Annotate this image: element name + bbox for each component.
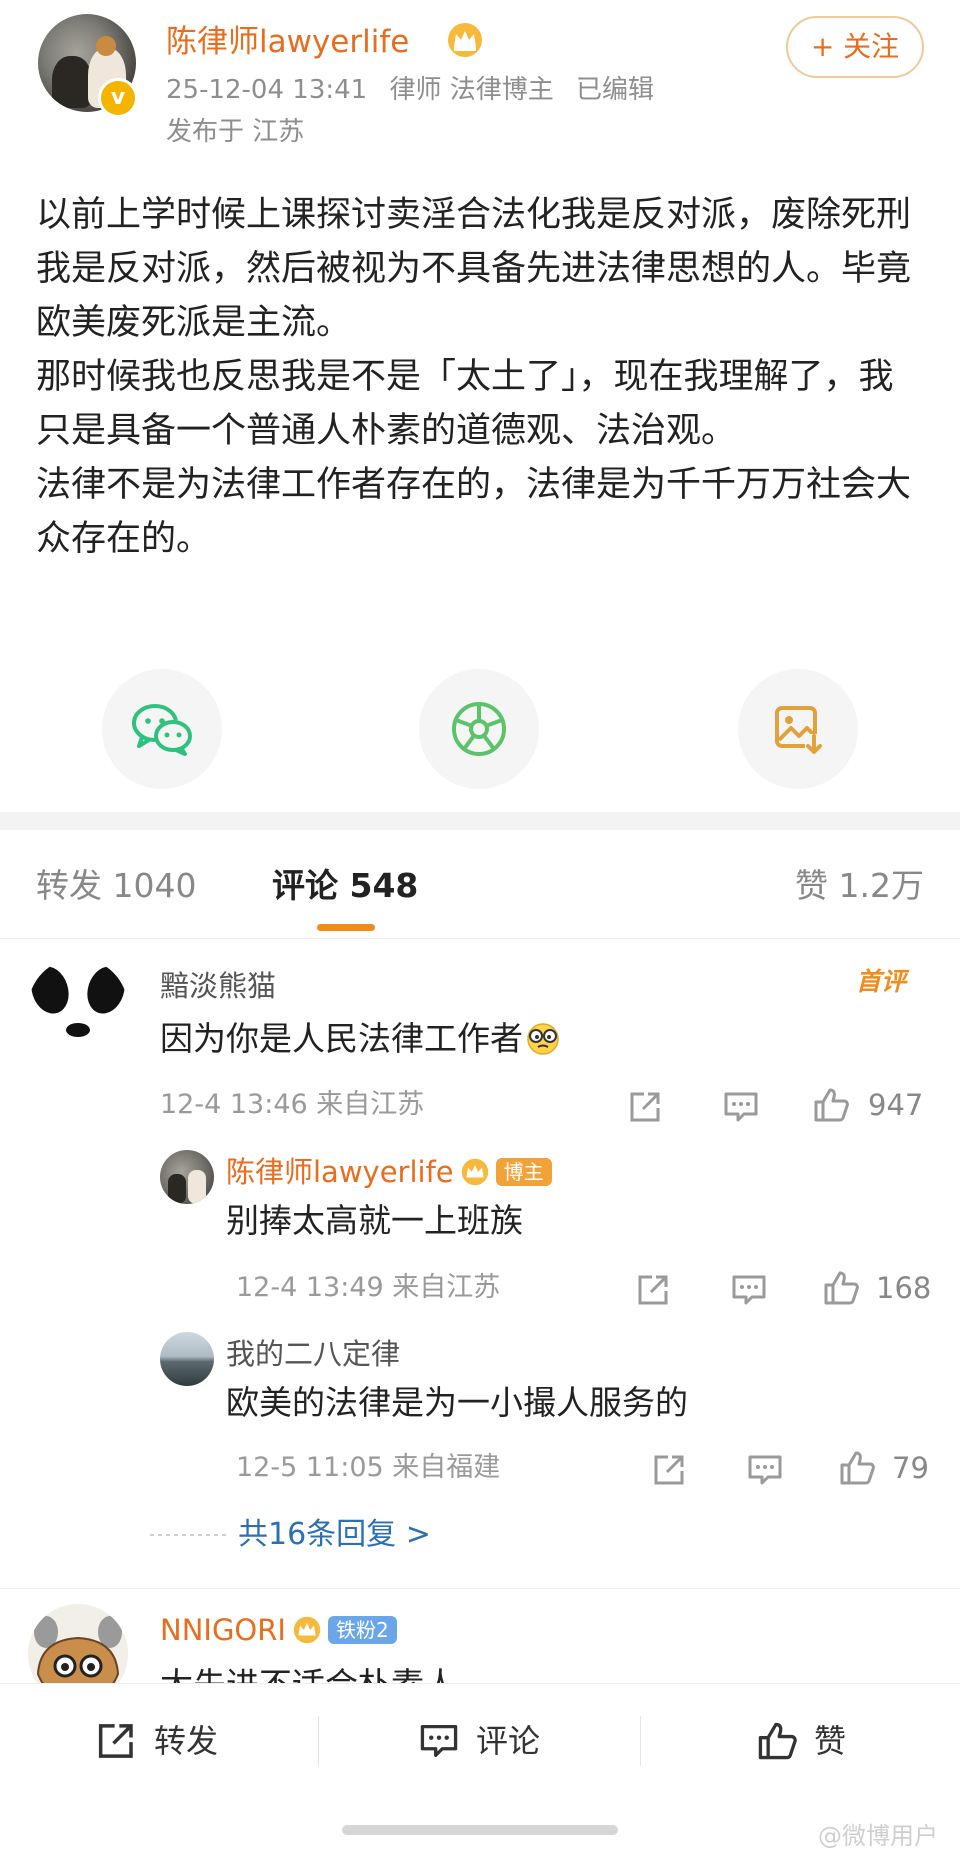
moments-icon xyxy=(452,702,506,756)
avatar-figure-dark xyxy=(52,56,92,108)
active-tab-indicator xyxy=(317,924,375,931)
author-title: 律师 法律博主 xyxy=(389,75,554,105)
bottom-comment-label: 评论 xyxy=(476,1722,541,1760)
bottom-like-button[interactable]: 赞 xyxy=(756,1716,846,1766)
post-paragraph: 以前上学时候上课探讨卖淫合法化我是反对派，废除死刑我是反对派，然后被视为不具备先… xyxy=(36,195,912,343)
comment-text-row: 因为你是人民法律工作者 xyxy=(160,1014,561,1064)
emoji-icon xyxy=(527,1023,559,1055)
comment-header: NNIGORI 铁粉2 xyxy=(160,1608,397,1652)
bottom-separator xyxy=(318,1716,319,1766)
bottom-repost-button[interactable]: 转发 xyxy=(96,1716,218,1766)
crown-vip-icon xyxy=(461,1158,488,1186)
save-image-button[interactable] xyxy=(738,669,858,789)
crown-vip-icon xyxy=(448,23,482,57)
panda-avatar-image xyxy=(28,958,128,1058)
first-comment-badge: 首评 xyxy=(856,967,907,996)
like-comment-icon[interactable] xyxy=(838,1449,876,1487)
home-indicator[interactable] xyxy=(342,1825,618,1835)
reply-like-count: 79 xyxy=(892,1451,929,1485)
tab-like[interactable]: 赞 1.2万 xyxy=(795,858,924,914)
like-comment-icon[interactable] xyxy=(812,1086,850,1124)
comment-like-count: 947 xyxy=(868,1088,924,1122)
follow-button[interactable]: + 关注 xyxy=(786,16,924,78)
reply-meta: 12-5 11:05 来自福建 xyxy=(236,1452,501,1483)
tab-repost[interactable]: 转发 1040 xyxy=(36,858,196,914)
tab-comment[interactable]: 评论 548 xyxy=(272,858,418,914)
reply-username[interactable]: 陈律师lawyerlife xyxy=(226,1150,454,1194)
comment-username[interactable]: NNIGORI xyxy=(160,1608,286,1652)
repost-icon xyxy=(98,1724,133,1758)
share-comment-icon[interactable] xyxy=(628,1090,664,1124)
tabs-divider xyxy=(0,938,960,939)
like-comment-icon[interactable] xyxy=(822,1269,860,1307)
reply-avatar-image xyxy=(168,1170,206,1204)
comment-meta: 12-4 13:46 来自江苏 xyxy=(160,1089,425,1120)
reply-comment-icon[interactable] xyxy=(746,1453,784,1487)
bottom-repost-label: 转发 xyxy=(154,1722,219,1760)
reply-author-avatar[interactable] xyxy=(160,1332,214,1386)
verified-badge-icon: v xyxy=(98,78,138,118)
bottom-comment-button[interactable]: 评论 xyxy=(418,1716,540,1766)
reply-username[interactable]: 我的二八定律 xyxy=(226,1332,400,1376)
author-tag: 博主 xyxy=(495,1158,552,1186)
view-all-replies-link[interactable]: 共16条回复 > xyxy=(238,1512,431,1558)
reply-text: 欧美的法律是为一小撮人服务的 xyxy=(226,1383,688,1422)
reply-dots-divider xyxy=(150,1534,226,1536)
reply-comment-icon[interactable] xyxy=(722,1090,760,1124)
reply-meta: 12-4 13:49 来自江苏 xyxy=(236,1272,501,1303)
bottom-separator xyxy=(640,1716,641,1766)
reply-text: 别捧太高就一上班族 xyxy=(226,1201,523,1240)
post-location: 发布于 江苏 xyxy=(166,117,305,147)
author-name[interactable]: 陈律师lawyerlife xyxy=(166,14,409,70)
post-paragraph: 法律不是为法律工作者存在的，法律是为千千万万社会大众存在的。 xyxy=(36,465,912,559)
section-divider xyxy=(0,812,960,830)
edited-label: 已编辑 xyxy=(576,75,655,105)
commenter-avatar[interactable] xyxy=(28,958,128,1058)
fan-level-tag: 铁粉2 xyxy=(327,1616,397,1644)
post-paragraph: 那时候我也反思我是不是「太土了」，现在我理解了，我只是具备一个普通人朴素的道德观… xyxy=(36,357,894,451)
post-content: 以前上学时候上课探讨卖淫合法化我是反对派，废除死刑我是反对派，然后被视为不具备先… xyxy=(36,188,926,566)
reply-header: 陈律师lawyerlife 博主 xyxy=(226,1150,552,1194)
crown-vip-icon xyxy=(293,1616,321,1644)
bottom-like-label: 赞 xyxy=(814,1722,847,1760)
share-wechat-button[interactable] xyxy=(102,669,222,789)
post-meta: 25-12-04 13:41 律师 法律博主 已编辑 xyxy=(166,70,668,110)
share-comment-icon[interactable] xyxy=(636,1273,672,1307)
wechat-icon xyxy=(132,704,192,756)
share-comment-icon[interactable] xyxy=(652,1453,688,1487)
comment-text: 因为你是人民法律工作者 xyxy=(160,1019,523,1058)
reply-like-count: 168 xyxy=(876,1271,932,1305)
reply-comment-icon[interactable] xyxy=(730,1273,768,1307)
reply-author-avatar[interactable] xyxy=(160,1150,214,1204)
comment-icon xyxy=(420,1724,458,1758)
comment-username[interactable]: 黯淡熊猫 xyxy=(160,964,276,1008)
like-icon xyxy=(758,1722,797,1760)
share-moments-button[interactable] xyxy=(419,669,539,789)
post-timestamp: 25-12-04 13:41 xyxy=(166,75,368,105)
watermark: @微博用户 xyxy=(818,1822,938,1850)
comment-divider xyxy=(0,1588,960,1589)
avatar-flower xyxy=(96,36,116,56)
save-image-icon xyxy=(775,706,823,754)
